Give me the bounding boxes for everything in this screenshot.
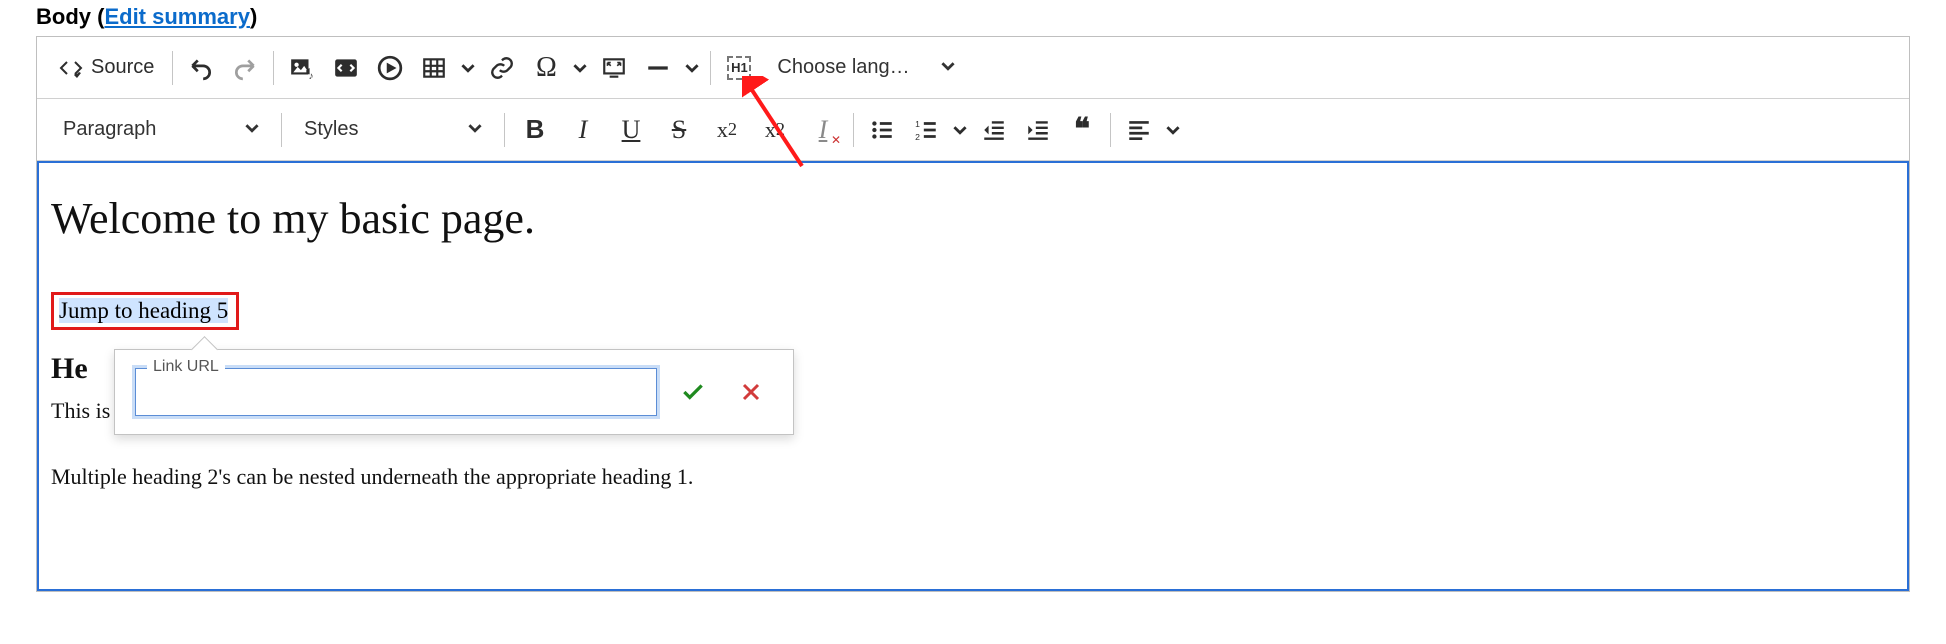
image-icon: ♪	[289, 55, 315, 81]
special-character-button[interactable]: Ω	[524, 46, 568, 90]
svg-text:1: 1	[915, 118, 920, 128]
insert-table-button[interactable]	[412, 46, 456, 90]
paragraph-format-dropdown[interactable]: Paragraph	[47, 108, 275, 152]
styles-label: Styles	[304, 118, 358, 141]
align-left-icon	[1126, 117, 1152, 143]
toolbar-separator	[853, 113, 854, 147]
strikethrough-button[interactable]: S	[655, 108, 703, 152]
horizontal-line-icon	[645, 55, 671, 81]
indent-icon	[1025, 117, 1051, 143]
link-icon	[489, 55, 515, 81]
bullet-list-icon	[869, 117, 895, 143]
align-dropdown[interactable]	[1161, 108, 1185, 152]
chevron-down-icon	[1166, 123, 1180, 137]
fullscreen-button[interactable]	[592, 46, 636, 90]
special-character-dropdown[interactable]	[568, 46, 592, 90]
toolbar-separator	[710, 51, 711, 85]
link-confirm-button[interactable]	[671, 370, 715, 414]
body-label-text: Body	[36, 4, 91, 29]
superscript-button[interactable]: x2	[703, 108, 751, 152]
chevron-down-icon	[245, 118, 259, 141]
link-url-fieldset: Link URL	[135, 368, 657, 416]
link-cancel-button[interactable]	[729, 370, 773, 414]
chevron-down-icon	[685, 61, 699, 75]
toolbar-row-2: Paragraph Styles B I U S x2 x2 I✕	[37, 99, 1909, 161]
code-block-button[interactable]	[324, 46, 368, 90]
redo-button[interactable]	[223, 46, 267, 90]
editor-content[interactable]: Welcome to my basic page. Jump to headin…	[37, 161, 1909, 591]
numbered-list-icon: 12	[913, 117, 939, 143]
remove-format-button[interactable]: I✕	[799, 108, 847, 152]
svg-text:2: 2	[915, 131, 920, 141]
language-label: Choose lang…	[777, 56, 909, 79]
edit-summary-link[interactable]: Edit summary	[104, 4, 250, 29]
chevron-down-icon	[941, 56, 955, 79]
bold-button[interactable]: B	[511, 108, 559, 152]
source-button[interactable]: Source	[47, 46, 166, 90]
link-button[interactable]	[480, 46, 524, 90]
redo-icon	[232, 55, 258, 81]
toolbar-separator	[504, 113, 505, 147]
insert-image-button[interactable]: ♪	[280, 46, 324, 90]
italic-button[interactable]: I	[559, 108, 607, 152]
code-block-icon	[333, 55, 359, 81]
ckeditor-frame: Source ♪	[36, 36, 1910, 592]
toolbar-separator	[281, 113, 282, 147]
subscript-button[interactable]: x2	[751, 108, 799, 152]
outdent-button[interactable]	[972, 108, 1016, 152]
list-dropdown[interactable]	[948, 108, 972, 152]
fullscreen-icon	[601, 55, 627, 81]
table-icon	[421, 55, 447, 81]
chevron-down-icon	[573, 61, 587, 75]
selected-anchor-text[interactable]: Jump to heading 5	[51, 292, 239, 330]
undo-icon	[188, 55, 214, 81]
link-url-label: Link URL	[147, 358, 225, 376]
body-field-label: Body (Edit summary)	[36, 0, 1910, 36]
source-button-label: Source	[91, 56, 154, 79]
language-dropdown[interactable]: Choose lang…	[761, 46, 971, 90]
heading-style-button[interactable]: H1	[717, 46, 761, 90]
bullet-list-button[interactable]	[860, 108, 904, 152]
blockquote-button[interactable]: ❝	[1060, 108, 1104, 152]
content-heading-1[interactable]: Welcome to my basic page.	[51, 193, 1895, 244]
media-embed-icon	[377, 55, 403, 81]
source-icon	[59, 56, 83, 80]
chevron-down-icon	[468, 118, 482, 141]
undo-button[interactable]	[179, 46, 223, 90]
svg-text:♪: ♪	[309, 70, 314, 80]
content-paragraph-2[interactable]: Multiple heading 2's can be nested under…	[51, 464, 1895, 490]
chevron-down-icon	[461, 61, 475, 75]
outdent-icon	[981, 117, 1007, 143]
indent-button[interactable]	[1016, 108, 1060, 152]
paragraph-label: Paragraph	[63, 118, 156, 141]
chevron-down-icon	[953, 123, 967, 137]
align-button[interactable]	[1117, 108, 1161, 152]
h1-indicator: H1	[727, 56, 751, 80]
check-icon	[680, 379, 706, 405]
hr-dropdown[interactable]	[680, 46, 704, 90]
toolbar-row-1: Source ♪	[37, 37, 1909, 99]
link-url-popup: Link URL	[114, 349, 794, 435]
numbered-list-button[interactable]: 12	[904, 108, 948, 152]
toolbar-separator	[273, 51, 274, 85]
underline-button[interactable]: U	[607, 108, 655, 152]
table-dropdown[interactable]	[456, 46, 480, 90]
media-embed-button[interactable]	[368, 46, 412, 90]
x-icon	[739, 380, 763, 404]
toolbar-separator	[172, 51, 173, 85]
toolbar-separator	[1110, 113, 1111, 147]
styles-dropdown[interactable]: Styles	[288, 108, 498, 152]
horizontal-line-button[interactable]	[636, 46, 680, 90]
anchor-text: Jump to heading 5	[59, 298, 228, 323]
